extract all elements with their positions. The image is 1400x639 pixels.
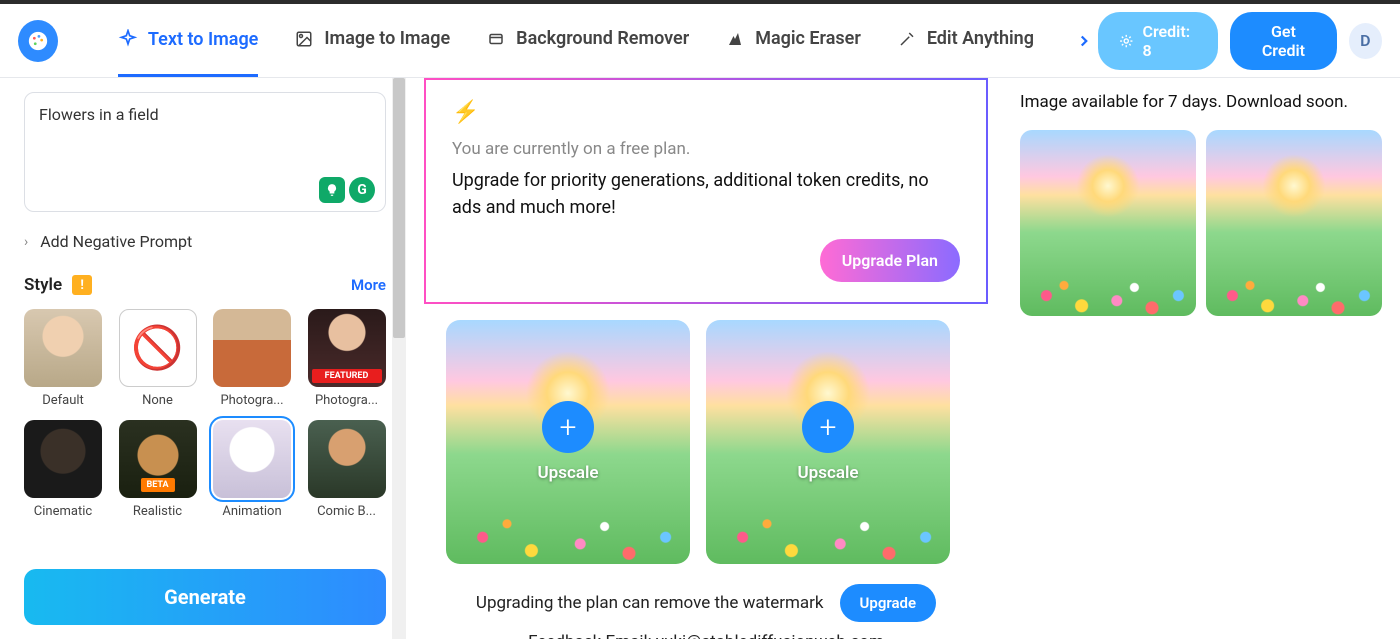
featured-badge: FEATURED [312,369,382,383]
style-realistic[interactable]: BETA Realistic [119,420,198,519]
upgrade-plan-button[interactable]: Upgrade Plan [820,239,960,282]
sparkle-icon [118,29,138,49]
credit-text: Credit: 8 [1142,22,1198,60]
watermark-notice: Upgrading the plan can remove the waterm… [424,584,988,622]
tab-edit-anything[interactable]: Edit Anything [897,28,1034,53]
style-cinematic[interactable]: Cinematic [24,420,103,519]
credit-icon [1118,32,1135,50]
app-logo[interactable] [18,20,58,62]
chevron-right-icon [1075,32,1093,50]
palette-icon [27,30,49,52]
tab-label: Magic Eraser [755,28,861,49]
grammarly-icon[interactable]: G [349,177,375,203]
upscale-label: Upscale [797,463,858,483]
prompt-input[interactable]: Flowers in a field G [24,92,386,212]
availability-notice: Image available for 7 days. Download soo… [1020,92,1382,112]
neg-prompt-label: Add Negative Prompt [40,232,192,251]
right-column: Image available for 7 days. Download soo… [1002,78,1400,639]
upscale-button-1[interactable]: + [542,401,594,453]
get-credit-button[interactable]: Get Credit [1230,12,1337,70]
tab-image-to-image[interactable]: Image to Image [294,28,450,53]
generated-image-2[interactable]: + Upscale [706,320,950,564]
bolt-icon: ⚡ [452,100,960,125]
remover-icon [486,29,506,49]
generation-grid: + Upscale + Upscale [424,320,988,564]
credit-badge[interactable]: Credit: 8 [1098,12,1218,70]
style-comic[interactable]: Comic B... [308,420,387,519]
style-photography-2[interactable]: FEATURED Photogra... [308,309,387,408]
style-none[interactable]: 🚫 None [119,309,198,408]
style-grid: Default 🚫 None Photogra... FEATURED Phot… [24,309,386,519]
add-negative-prompt[interactable]: › Add Negative Prompt [24,232,386,251]
sidebar-scrollbar-thumb[interactable] [393,78,405,338]
style-more-link[interactable]: More [351,276,386,294]
app-header: Text to Image Image to Image Background … [0,4,1400,78]
style-animation[interactable]: Animation [213,420,292,519]
saved-image-2[interactable] [1206,130,1382,316]
feedback-email: Feedback Email: yuki@stablediffusionweb.… [424,632,988,639]
upgrade-button-small[interactable]: Upgrade [840,584,937,622]
style-photography-1[interactable]: Photogra... [213,309,292,408]
eraser-icon [725,29,745,49]
style-default[interactable]: Default [24,309,103,408]
tab-label: Edit Anything [927,28,1034,49]
sidebar: Flowers in a field G › Add Negative Prom… [0,78,410,639]
beta-badge: BETA [140,478,174,492]
saved-images [1020,130,1382,316]
user-avatar[interactable]: D [1349,23,1382,59]
tab-magic-eraser[interactable]: Magic Eraser [725,28,861,53]
nav-tabs: Text to Image Image to Image Background … [118,5,1098,77]
saved-image-1[interactable] [1020,130,1196,316]
suggest-icon[interactable] [319,177,345,203]
tab-background-remover[interactable]: Background Remover [486,28,689,53]
tab-text-to-image[interactable]: Text to Image [118,29,258,77]
warning-icon: ! [72,275,92,295]
generated-image-1[interactable]: + Upscale [446,320,690,564]
tab-label: Text to Image [148,29,258,50]
chevron-right-icon: › [24,234,28,250]
tab-label: Background Remover [516,28,689,49]
upscale-label: Upscale [537,463,598,483]
upgrade-banner: ⚡ You are currently on a free plan. Upgr… [424,78,988,304]
upscale-button-2[interactable]: + [802,401,854,453]
prompt-text: Flowers in a field [39,105,371,124]
main-content: ⚡ You are currently on a free plan. Upgr… [410,78,1002,639]
generate-button[interactable]: Generate [24,569,386,625]
style-section-label: Style ! [24,275,92,295]
tab-label: Image to Image [324,28,450,49]
wand-icon [897,29,917,49]
upgrade-description: Upgrade for priority generations, additi… [452,167,960,221]
watermark-text: Upgrading the plan can remove the waterm… [476,593,824,613]
tabs-scroll-right[interactable] [1070,27,1098,55]
upgrade-subtitle: You are currently on a free plan. [452,139,960,159]
image-icon [294,29,314,49]
